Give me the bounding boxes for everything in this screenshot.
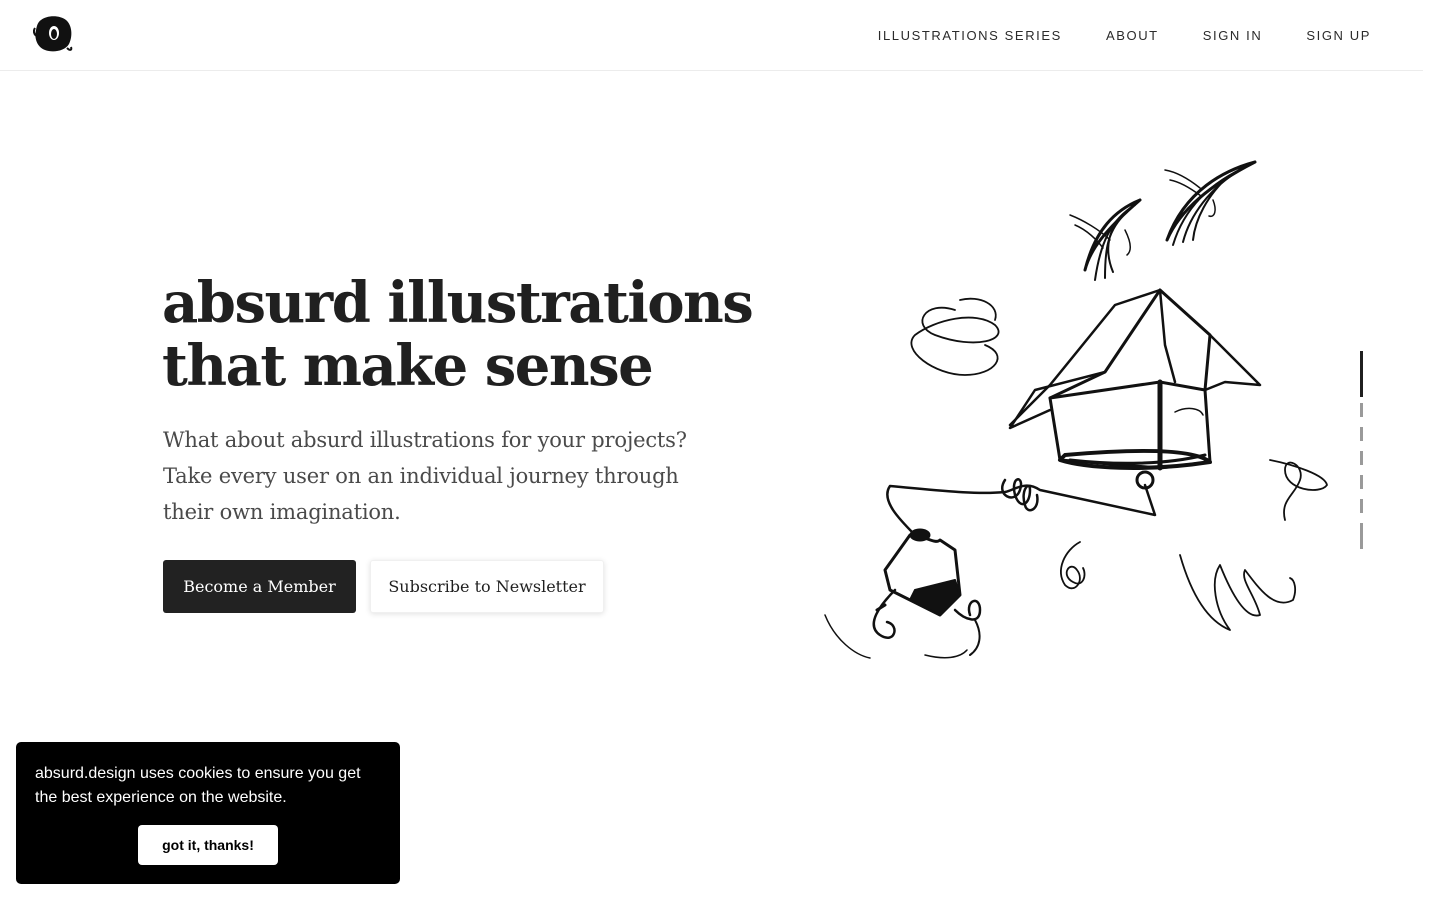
page: ILLUSTRATIONS SERIES ABOUT SIGN IN SIGN … bbox=[0, 0, 1440, 900]
box-house-icon bbox=[1008, 288, 1262, 490]
flying-box-sketch-icon bbox=[824, 160, 1328, 659]
hero-description: What about absurd illustrations for your… bbox=[163, 428, 687, 524]
ink-blob-logo-icon[interactable] bbox=[33, 14, 73, 54]
scribble-left-icon bbox=[910, 297, 1000, 376]
hero-title-line-2: that make sense bbox=[162, 333, 654, 399]
site-header: ILLUSTRATIONS SERIES ABOUT SIGN IN SIGN … bbox=[0, 0, 1423, 71]
slide-indicator-dash[interactable] bbox=[1360, 475, 1363, 489]
string-icon bbox=[886, 478, 1157, 537]
cookie-accept-button[interactable]: got it, thanks! bbox=[138, 825, 278, 865]
slide-indicator-dash[interactable] bbox=[1360, 499, 1363, 513]
hero-title-line-1: absurd illustrations bbox=[162, 270, 754, 336]
slide-indicator-dash[interactable] bbox=[1360, 523, 1363, 549]
subscribe-newsletter-button[interactable]: Subscribe to Newsletter bbox=[370, 560, 604, 613]
nav-illustrations-series[interactable]: ILLUSTRATIONS SERIES bbox=[878, 28, 1062, 43]
scribble-small-icon bbox=[1060, 459, 1328, 631]
cookie-banner-text: absurd.design uses cookies to ensure you… bbox=[35, 765, 361, 806]
nav-sign-in[interactable]: SIGN IN bbox=[1203, 28, 1263, 43]
slide-indicator-dash[interactable] bbox=[1360, 403, 1363, 417]
creature-icon bbox=[824, 528, 982, 659]
feather-right-icon bbox=[1164, 160, 1257, 246]
slide-indicator-dash[interactable] bbox=[1360, 451, 1363, 465]
nav-about[interactable]: ABOUT bbox=[1106, 28, 1159, 43]
cookie-banner: absurd.design uses cookies to ensure you… bbox=[16, 742, 400, 884]
slide-indicator-active[interactable] bbox=[1360, 351, 1363, 397]
hero-title: absurd illustrations that make sense bbox=[162, 272, 802, 398]
nav-sign-up[interactable]: SIGN UP bbox=[1306, 28, 1371, 43]
become-member-button[interactable]: Become a Member bbox=[163, 560, 356, 613]
feather-left-icon bbox=[1069, 198, 1142, 281]
slide-indicator-dash[interactable] bbox=[1360, 427, 1363, 441]
slide-indicator bbox=[1360, 351, 1364, 551]
main-nav: ILLUSTRATIONS SERIES ABOUT SIGN IN SIGN … bbox=[834, 0, 1371, 70]
